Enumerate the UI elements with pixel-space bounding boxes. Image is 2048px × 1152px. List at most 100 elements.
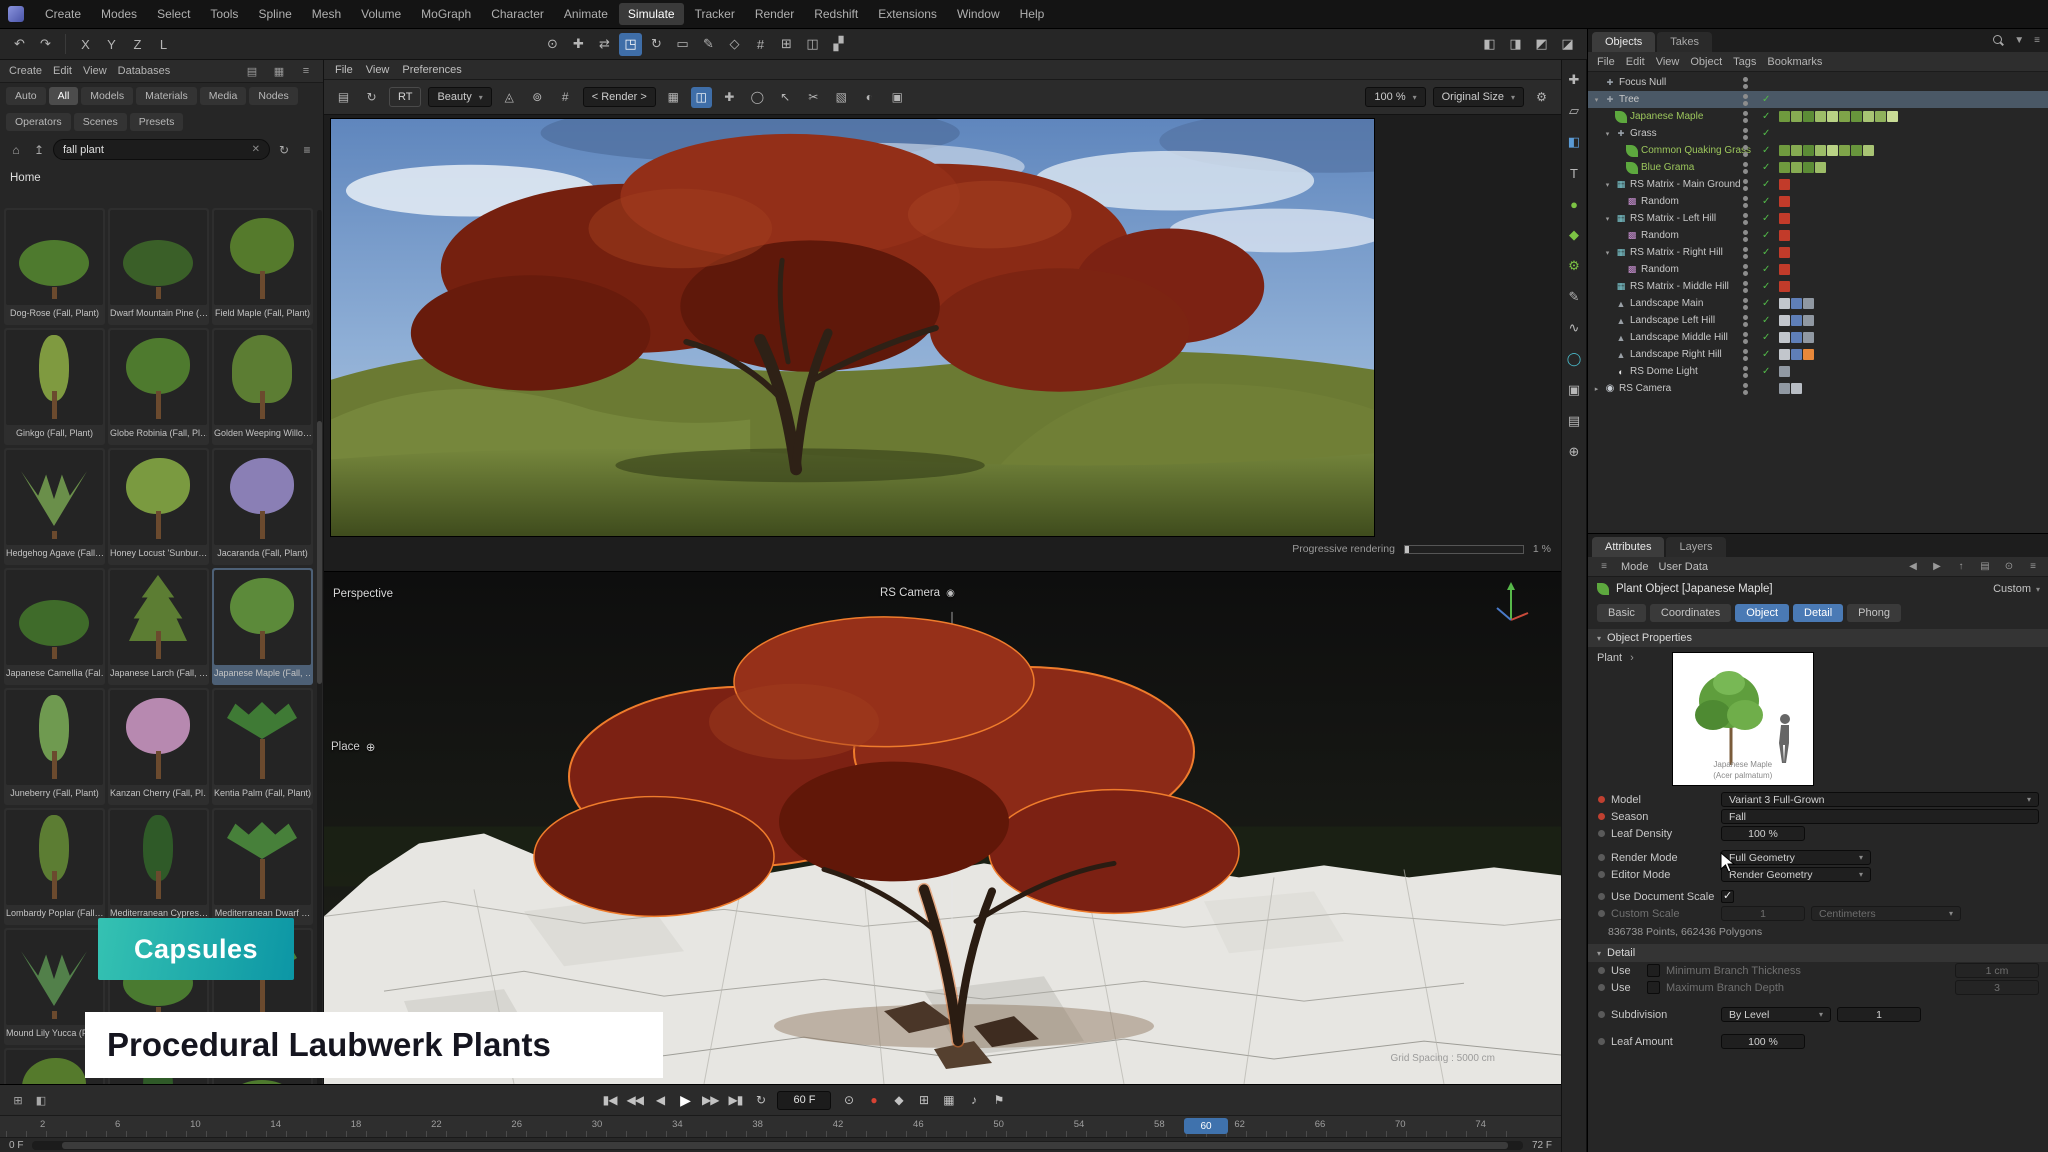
season-slider[interactable]: Fall (1721, 809, 2039, 824)
custom-scale-field[interactable]: 1 (1721, 906, 1805, 921)
expand-icon[interactable]: ▾ (1603, 215, 1612, 223)
attribute-nav-icon[interactable]: ↑ (1954, 561, 1968, 572)
visibility-dots[interactable] (1743, 77, 1748, 89)
range-slider[interactable] (32, 1141, 1523, 1150)
render-toolbar-icon[interactable]: ◯ (747, 87, 768, 108)
animation-option-icon[interactable]: ◆ (890, 1093, 906, 1107)
visibility-dots[interactable] (1743, 145, 1748, 157)
plant-asset[interactable]: Globe Robinia (Fall, Pl… (108, 328, 209, 445)
min-branch-field[interactable]: 1 cm (1955, 963, 2039, 978)
enabled-check-icon[interactable] (1762, 332, 1770, 343)
visibility-dots[interactable] (1743, 213, 1748, 225)
enabled-check-icon[interactable] (1762, 162, 1770, 173)
asset-menu-item[interactable]: View (83, 65, 107, 77)
max-branch-checkbox[interactable] (1647, 981, 1660, 994)
transport-button[interactable]: ◀ (652, 1093, 668, 1107)
visibility-dots[interactable] (1743, 281, 1748, 293)
plant-asset[interactable]: Ginkgo (Fall, Plant) (4, 328, 105, 445)
expand-icon[interactable]: ▾ (1603, 130, 1612, 138)
toolbar-icon[interactable]: ◇ (723, 33, 746, 56)
plant-asset[interactable]: Field Maple (Fall, Plant) (212, 208, 313, 325)
rt-button[interactable]: RT (389, 87, 421, 107)
object-row[interactable]: RS Dome Light (1588, 363, 2048, 380)
render-toolbar-icon[interactable]: # (555, 87, 576, 108)
object-manager-menu-item[interactable]: Object (1690, 56, 1722, 68)
breadcrumb[interactable]: Home (0, 164, 323, 188)
asset-filter-tab[interactable]: Nodes (249, 87, 297, 105)
object-manager-menu-item[interactable]: File (1597, 56, 1615, 68)
attribute-section-tab[interactable]: Object (1735, 604, 1789, 622)
plant-asset[interactable]: Kentia Palm (Fall, Plant) (212, 688, 313, 805)
tag-chips[interactable] (1779, 230, 1790, 241)
tool-strip-icon[interactable]: ⚙ (1564, 256, 1584, 276)
viewport-name-label[interactable]: Perspective (333, 588, 393, 600)
menu-item[interactable]: Window (948, 3, 1009, 25)
visibility-dots[interactable] (1743, 247, 1748, 259)
plant-asset[interactable]: Honey Locust 'Sunbur… (108, 448, 209, 565)
plant-asset[interactable]: Dog-Rose (Fall, Plant) (4, 208, 105, 325)
visibility-dots[interactable] (1743, 94, 1748, 106)
search-input[interactable]: fall plant ✕ (53, 139, 270, 160)
plant-asset[interactable]: Japanese Camellia (Fal… (4, 568, 105, 685)
visibility-dots[interactable] (1743, 179, 1748, 191)
view-mode-icon[interactable]: ▦ (271, 65, 287, 78)
render-toolbar-icon[interactable]: ✚ (719, 87, 740, 108)
menu-item[interactable]: Simulate (619, 3, 684, 25)
home-icon[interactable]: ⌂ (7, 141, 25, 159)
visibility-dots[interactable] (1743, 162, 1748, 174)
toolbar-icon[interactable]: # (749, 33, 772, 56)
object-row[interactable]: Focus Null (1588, 74, 2048, 91)
attribute-section-tab[interactable]: Detail (1793, 604, 1843, 622)
max-branch-field[interactable]: 3 (1955, 980, 2039, 995)
attribute-nav-icon[interactable]: ▤ (1978, 561, 1992, 572)
tool-strip-icon[interactable]: ✚ (1564, 70, 1584, 90)
toolbar-icon[interactable]: ▞ (827, 33, 850, 56)
asset-filter-tab[interactable]: All (49, 87, 79, 105)
transport-button[interactable]: ▶ (677, 1092, 693, 1109)
tag-chips[interactable] (1779, 145, 1874, 156)
panel-menu-icon[interactable]: ≡ (2030, 35, 2044, 46)
visibility-dots[interactable] (1743, 111, 1748, 123)
menu-item[interactable]: Mesh (303, 3, 350, 25)
tag-chips[interactable] (1779, 332, 1814, 343)
editor-mode-select[interactable]: Render Geometry (1721, 867, 1871, 882)
animation-option-icon[interactable]: ⊙ (840, 1093, 856, 1107)
visibility-dots[interactable] (1743, 366, 1748, 378)
asset-filter-tab[interactable]: Media (200, 87, 247, 105)
perspective-viewport[interactable]: Perspective RS Camera ◉ Place ⊕ Grid Spa… (324, 571, 1561, 1084)
mode-burger-icon[interactable]: ≡ (1597, 561, 1611, 572)
object-label[interactable]: Focus Null (1619, 77, 1666, 88)
menu-item[interactable]: Volume (352, 3, 410, 25)
object-label[interactable]: Japanese Maple (1630, 111, 1703, 122)
view-mode-icon[interactable]: ▤ (244, 65, 260, 78)
plant-asset[interactable]: Japanese Maple (Fall, … (212, 568, 313, 685)
object-row[interactable]: Landscape Left Hill (1588, 312, 2048, 329)
menu-item[interactable]: Render (746, 3, 803, 25)
object-manager-tab[interactable]: Takes (1657, 32, 1712, 52)
asset-category-tab[interactable]: Operators (6, 113, 71, 131)
render-view-menu-item[interactable]: Preferences (402, 64, 461, 76)
current-frame-marker[interactable]: 60 (1184, 1118, 1228, 1134)
transport-button[interactable]: ▶▶ (702, 1093, 718, 1107)
layout-toggle-icon[interactable]: ◨ (1504, 33, 1527, 56)
timeline-left-icon[interactable]: ⊞ (9, 1091, 27, 1109)
render-toolbar-icon[interactable]: ✂ (803, 87, 824, 108)
plant-asset[interactable]: Kanzan Cherry (Fall, Pl… (108, 688, 209, 805)
toolbar-icon[interactable]: ◫ (801, 33, 824, 56)
object-label[interactable]: RS Camera (1619, 383, 1671, 394)
menu-item[interactable]: Create (36, 3, 90, 25)
timeline-ruler[interactable]: 261014182226303438424650545862667074 60 (0, 1115, 1561, 1137)
transport-button[interactable]: ▮◀ (602, 1093, 618, 1107)
mode-label[interactable]: Mode (1621, 561, 1649, 573)
subdivision-level-field[interactable]: 1 (1837, 1007, 1921, 1022)
place-tool-label[interactable]: Place ⊕ (331, 740, 375, 754)
object-label[interactable]: Random (1641, 230, 1679, 241)
visibility-dots[interactable] (1743, 349, 1748, 361)
animation-option-icon[interactable]: ▦ (940, 1093, 956, 1107)
asset-filter-tab[interactable]: Models (81, 87, 133, 105)
object-row[interactable]: Landscape Middle Hill (1588, 329, 2048, 346)
visibility-dots[interactable] (1743, 332, 1748, 344)
enabled-check-icon[interactable] (1762, 366, 1770, 377)
animation-option-icon[interactable]: ♪ (965, 1093, 981, 1107)
plant-asset[interactable]: Japanese Larch (Fall, … (108, 568, 209, 685)
